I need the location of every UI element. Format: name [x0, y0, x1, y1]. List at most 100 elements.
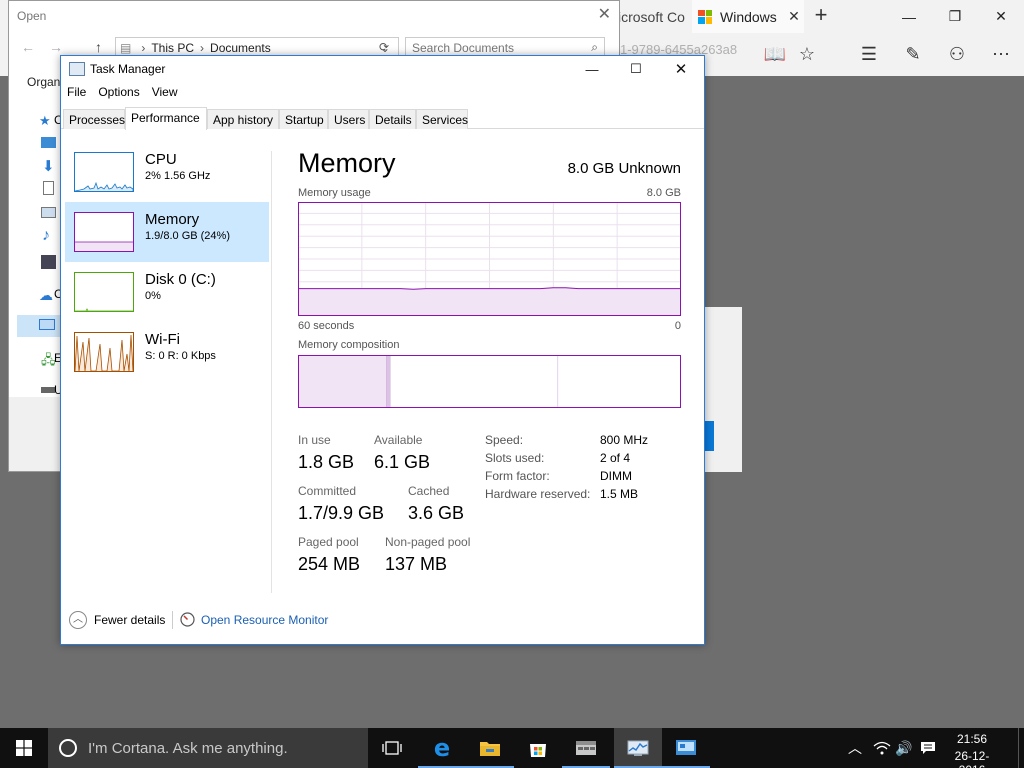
graph-time-right: 0 [674, 320, 681, 332]
menu-bar: File Options View [61, 84, 184, 104]
title-bar[interactable]: Task Manager — ☐ ✕ [61, 56, 704, 82]
chevron-up-icon[interactable]: ︿ [69, 611, 87, 629]
fewer-details-button[interactable]: Fewer details [94, 613, 165, 627]
taskbar-store[interactable] [514, 728, 562, 768]
refresh-icon[interactable]: ⟳ [379, 40, 389, 54]
hub-icon[interactable]: ☰ [852, 40, 886, 68]
restore-button[interactable]: ❐ [932, 0, 978, 33]
taskbar-app-grid[interactable] [562, 728, 610, 768]
taskbar-task-manager[interactable] [614, 728, 662, 768]
taskbar-edge[interactable]: e [418, 728, 466, 768]
menu-view[interactable]: View [146, 84, 184, 104]
resource-wifi[interactable]: Wi-Fi S: 0 R: 0 Kbps [65, 322, 269, 382]
this-pc-icon [39, 319, 55, 330]
tab-title: icrosoft Co [618, 8, 685, 25]
start-button[interactable] [0, 728, 48, 768]
composition-modified [386, 356, 391, 407]
organize-menu[interactable]: Organ [27, 75, 60, 89]
taskbar-file-explorer[interactable] [466, 728, 514, 768]
tab-users[interactable]: Users [328, 109, 369, 129]
wifi-icon[interactable] [872, 728, 892, 768]
share-icon[interactable]: ⚇ [940, 40, 974, 68]
composition-graph-label: Memory composition [298, 339, 400, 351]
onedrive-icon[interactable]: ☁ [39, 287, 55, 303]
chevron-right-icon: › [141, 41, 146, 55]
task-view-button[interactable] [368, 728, 416, 768]
tab-services[interactable]: Services [416, 109, 468, 129]
back-arrow-icon[interactable]: ← [21, 39, 35, 55]
resource-detail: 0% [145, 290, 161, 302]
reading-view-icon[interactable]: 📖 [758, 40, 792, 68]
maximize-button[interactable]: ☐ [613, 56, 659, 82]
documents-icon[interactable] [43, 181, 54, 195]
taskbar-control-panel[interactable] [662, 728, 710, 768]
pictures-icon[interactable] [41, 207, 56, 218]
cortana-search-box[interactable]: I'm Cortana. Ask me anything. [48, 728, 368, 768]
browser-tab-microsoft[interactable]: icrosoft Co [612, 0, 692, 33]
composition-in-use [299, 356, 387, 407]
memory-total-label: 8.0 GB Unknown [567, 160, 681, 177]
resource-cpu[interactable]: CPU 2% 1.56 GHz [65, 142, 269, 202]
show-desktop-button[interactable] [1018, 728, 1024, 768]
navigation-tree: ★ C ⬇ ♪ ☁ C T 🖧 E U [9, 97, 69, 397]
downloads-icon[interactable]: ⬇ [42, 157, 58, 175]
file-explorer-icon [480, 742, 500, 756]
microsoft-logo-icon [698, 9, 712, 24]
desktop-icon[interactable] [41, 137, 56, 148]
forward-arrow-icon[interactable]: → [49, 39, 63, 55]
new-tab-button[interactable]: + [808, 4, 834, 28]
tab-startup[interactable]: Startup [279, 109, 328, 129]
action-center-icon[interactable] [918, 728, 938, 768]
pane-splitter[interactable] [271, 151, 272, 593]
speed-value: 800 MHz [600, 433, 649, 447]
committed-label: Committed [298, 484, 357, 498]
tab-app-history[interactable]: App history [207, 109, 279, 129]
wifi-sparkline [74, 332, 134, 372]
videos-icon[interactable] [41, 255, 56, 269]
menu-options[interactable]: Options [92, 84, 145, 104]
cortana-placeholder: I'm Cortana. Ask me anything. [88, 740, 288, 757]
minimize-button[interactable]: — [569, 56, 615, 82]
web-note-icon[interactable]: ✎ [896, 40, 930, 68]
page-content-button[interactable] [705, 421, 714, 451]
close-button[interactable]: ✕ [978, 0, 1024, 33]
menu-file[interactable]: File [61, 84, 92, 104]
browser-tab-windows[interactable]: Windows ✕ [692, 0, 804, 33]
more-icon[interactable]: ⋯ [984, 40, 1018, 68]
breadcrumb-this-pc[interactable]: This PC [151, 41, 194, 55]
tab-processes[interactable]: Processes [63, 109, 125, 129]
resource-memory[interactable]: Memory 1.9/8.0 GB (24%) [65, 202, 269, 262]
close-button[interactable]: ✕ [658, 56, 704, 82]
disk-sparkline [74, 272, 134, 312]
available-label: Available [374, 433, 423, 447]
favorite-star-icon[interactable]: ☆ [790, 40, 824, 68]
dialog-title: Open [17, 9, 47, 23]
star-icon[interactable]: ★ [39, 113, 55, 128]
system-clock[interactable]: 21:56 26-12-2016 [944, 732, 1000, 768]
breadcrumb-documents[interactable]: Documents [210, 41, 271, 55]
resource-disk[interactable]: Disk 0 (C:) 0% [65, 262, 269, 322]
close-icon[interactable]: ✕ [598, 4, 611, 24]
tree-item-this-pc[interactable]: T [17, 315, 69, 337]
up-arrow-icon[interactable]: ↑ [95, 39, 102, 55]
tab-performance[interactable]: Performance [125, 107, 207, 130]
close-tab-icon[interactable]: ✕ [784, 8, 804, 25]
open-resource-monitor-link[interactable]: Open Resource Monitor [201, 613, 328, 627]
volume-icon[interactable]: 🔊 [894, 728, 914, 768]
committed-value: 1.7/9.9 GB [298, 503, 385, 523]
show-hidden-icons[interactable]: ︿ [846, 728, 864, 768]
graph-time-left: 60 seconds [298, 320, 355, 332]
resource-monitor-icon[interactable] [180, 612, 195, 627]
chevron-right-icon: › [200, 41, 205, 55]
usb-drive-icon[interactable] [41, 387, 55, 393]
tab-details[interactable]: Details [369, 109, 416, 129]
composition-free [558, 356, 680, 407]
hardware-reserved-label: Hardware reserved: [485, 487, 591, 501]
non-paged-pool-value: 137 MB [385, 554, 448, 574]
task-manager-window: Task Manager — ☐ ✕ File Options View Pro… [60, 55, 705, 645]
task-manager-footer: ︿ Fewer details Open Resource Monitor [61, 606, 704, 634]
usage-graph-max: 8.0 GB [646, 187, 681, 199]
memory-composition-graph [298, 355, 681, 408]
music-icon[interactable]: ♪ [42, 227, 58, 244]
minimize-button[interactable]: — [886, 0, 932, 33]
